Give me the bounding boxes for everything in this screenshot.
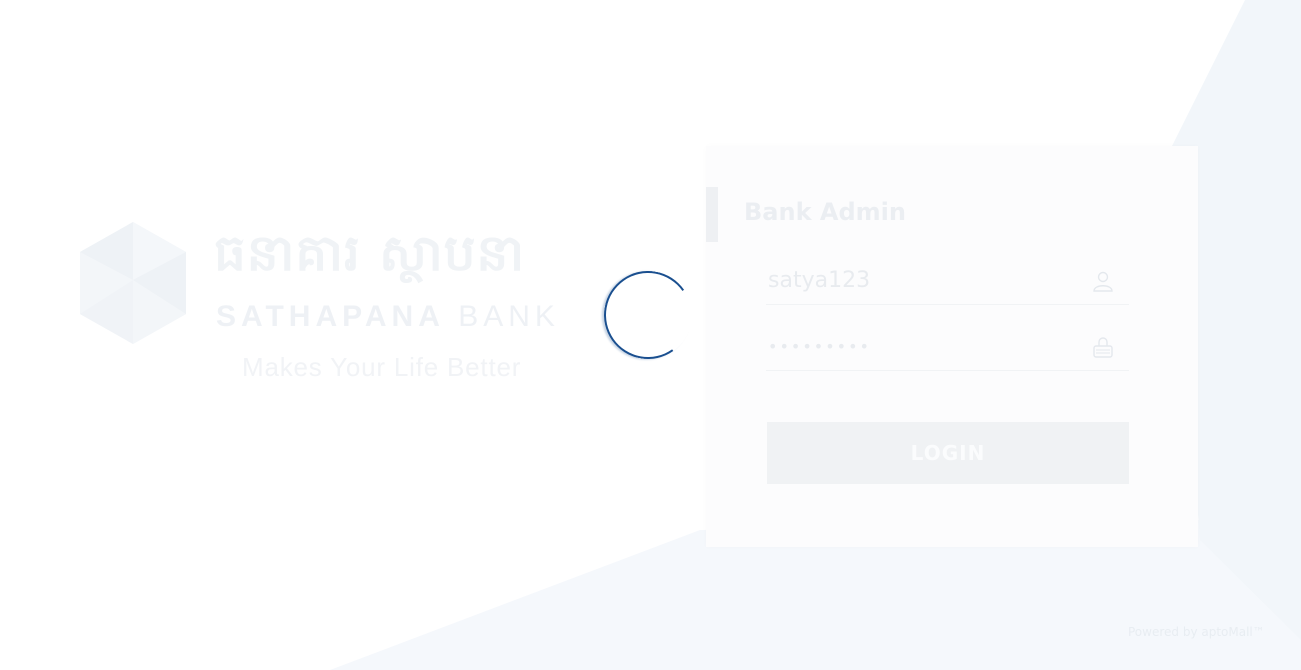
brand-tagline: Makes Your Life Better: [242, 352, 522, 382]
brand-name-bold: SATHAPANA: [216, 300, 445, 333]
brand-name-light: BANK: [458, 300, 560, 333]
login-button[interactable]: LOGIN: [767, 422, 1129, 484]
brand-name: SATHAPANA BANK: [216, 300, 560, 334]
username-field: [766, 257, 1129, 305]
login-card: Bank Admin LOGIN: [706, 146, 1198, 547]
username-input[interactable]: [766, 257, 1086, 303]
brand-khmer-name: ធនាគារ ស្ថាបនា: [214, 224, 526, 282]
sathapana-logo-icon: [80, 222, 186, 344]
lock-icon: [1093, 337, 1113, 358]
title-accent-bar: [706, 187, 718, 242]
powered-by-text: Powered by aptoMall™: [1128, 625, 1265, 639]
brand-block: ធនាគារ ស្ថាបនា SATHAPANA BANK Makes Your…: [78, 220, 568, 390]
login-title: Bank Admin: [744, 198, 906, 226]
password-field: [766, 323, 1129, 371]
user-icon: [1093, 271, 1113, 292]
password-input[interactable]: [766, 323, 1086, 369]
